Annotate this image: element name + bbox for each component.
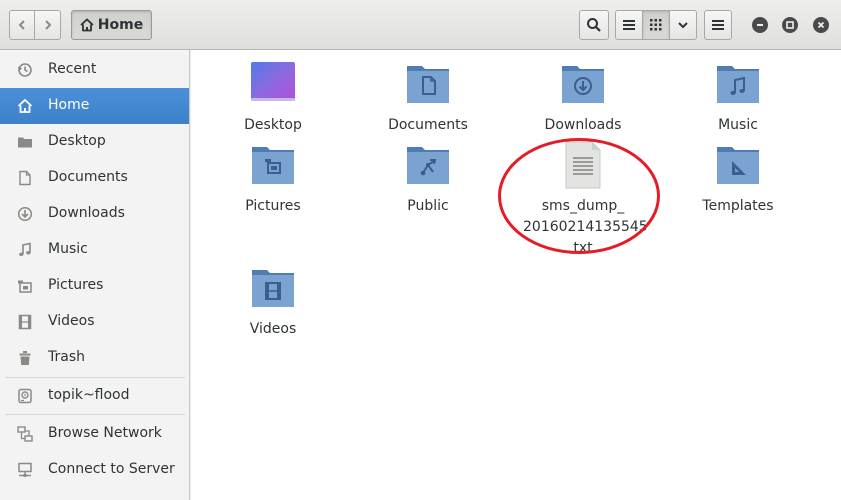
path-home-button[interactable]: Home	[71, 10, 152, 40]
menu-button[interactable]	[704, 10, 732, 40]
close-icon	[817, 21, 825, 29]
sidebar-item-topik-flood[interactable]: topik~flood	[0, 378, 189, 414]
film-icon	[17, 314, 33, 330]
download-icon	[17, 206, 33, 222]
list-icon	[623, 20, 635, 30]
home-icon	[17, 98, 33, 114]
grid-icon	[650, 19, 662, 31]
file-item-desktop[interactable]: Desktop	[213, 60, 333, 136]
drive-icon	[17, 388, 33, 404]
list-view-button[interactable]	[615, 10, 643, 40]
file-item-templates[interactable]: Templates	[678, 141, 798, 217]
path-home-label: Home	[97, 17, 144, 33]
sidebar-item-label: Downloads	[48, 205, 125, 221]
sidebar-item-trash[interactable]: Trash	[0, 340, 189, 376]
minimize-button[interactable]	[752, 17, 768, 33]
sidebar-item-label: Home	[48, 97, 90, 113]
chevron-left-icon	[18, 20, 25, 30]
sidebar-item-downloads[interactable]: Downloads	[0, 196, 189, 232]
sidebar-item-label: Recent	[48, 61, 97, 77]
file-name: Templates	[702, 198, 774, 214]
sidebar-item-label: Browse Network	[48, 425, 162, 441]
sidebar-item-label: Trash	[48, 349, 85, 365]
sidebar-item-pictures[interactable]: Pictures	[0, 268, 189, 304]
minimize-icon	[757, 24, 763, 26]
home-icon	[80, 18, 94, 32]
history-buttons	[9, 10, 61, 40]
sidebar-item-label: topik~flood	[48, 387, 130, 403]
maximize-icon	[786, 21, 794, 29]
downloads-folder-icon	[559, 60, 607, 108]
templates-folder-icon	[714, 141, 762, 189]
search-button[interactable]	[579, 10, 609, 40]
file-item-videos[interactable]: Videos	[213, 264, 333, 340]
file-item-pictures[interactable]: Pictures	[213, 141, 333, 217]
pictures-folder-icon	[249, 141, 297, 189]
forward-button[interactable]	[35, 10, 61, 40]
file-name: Music	[718, 117, 758, 133]
network-icon	[17, 426, 33, 442]
trash-icon	[17, 350, 33, 366]
sidebar-item-label: Desktop	[48, 133, 106, 149]
sidebar-item-documents[interactable]: Documents	[0, 160, 189, 196]
chevron-right-icon	[44, 20, 51, 30]
annotation-ellipse	[498, 138, 660, 254]
view-switcher	[615, 10, 697, 40]
clock-icon	[17, 62, 33, 78]
file-item-documents[interactable]: Documents	[368, 60, 488, 136]
file-name: Downloads	[544, 117, 622, 133]
back-button[interactable]	[9, 10, 35, 40]
chevron-down-icon	[678, 22, 688, 29]
search-icon	[587, 18, 601, 32]
camera-icon	[17, 278, 33, 294]
hamburger-icon	[712, 20, 724, 30]
view-options-button[interactable]	[670, 10, 697, 40]
sidebar-item-home[interactable]: Home	[0, 88, 189, 124]
sidebar-item-desktop[interactable]: Desktop	[0, 124, 189, 160]
file-name: Videos	[249, 321, 297, 337]
maximize-button[interactable]	[782, 17, 798, 33]
sidebar-item-label: Videos	[48, 313, 95, 329]
folder-icon	[17, 134, 33, 150]
videos-folder-icon	[249, 264, 297, 312]
file-item-downloads[interactable]: Downloads	[523, 60, 643, 136]
sidebar-item-browse-network[interactable]: Browse Network	[0, 416, 189, 452]
server-icon	[17, 462, 33, 478]
file-view: Desktop Documents Downloads Music Pictur…	[191, 50, 841, 500]
document-icon	[17, 170, 33, 186]
sidebar-item-videos[interactable]: Videos	[0, 304, 189, 340]
sidebar-item-label: Music	[48, 241, 88, 257]
file-item-public[interactable]: Public	[368, 141, 488, 217]
header-bar: Home	[0, 0, 841, 50]
desktop-folder-icon	[249, 60, 297, 108]
sidebar-item-connect-to-server[interactable]: Connect to Server	[0, 452, 189, 488]
close-button[interactable]	[813, 17, 829, 33]
sidebar-item-recent[interactable]: Recent	[0, 52, 189, 88]
music-icon	[17, 242, 33, 258]
sidebar-item-label: Pictures	[48, 277, 104, 293]
file-name: Desktop	[244, 117, 302, 133]
file-name: Public	[407, 198, 449, 214]
sidebar-item-label: Connect to Server	[48, 461, 175, 477]
sidebar-item-music[interactable]: Music	[0, 232, 189, 268]
documents-folder-icon	[404, 60, 452, 108]
sidebar-item-label: Documents	[48, 169, 128, 185]
sidebar-separator	[5, 414, 185, 415]
file-name: Documents	[388, 117, 468, 133]
public-folder-icon	[404, 141, 452, 189]
file-name: Pictures	[245, 198, 301, 214]
file-item-music[interactable]: Music	[678, 60, 798, 136]
sidebar: Recent Home Desktop Documents Downloads …	[0, 50, 190, 500]
grid-view-button[interactable]	[643, 10, 670, 40]
music-folder-icon	[714, 60, 762, 108]
